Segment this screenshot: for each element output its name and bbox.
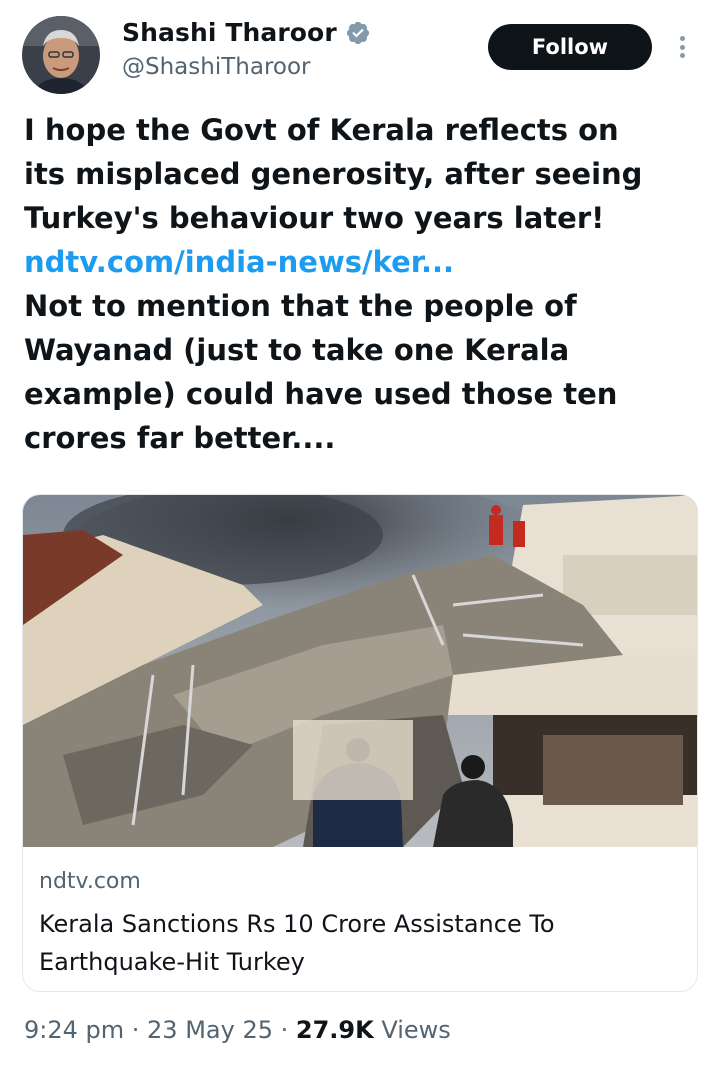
views-label[interactable]: Views [381,1016,450,1044]
author-handle[interactable]: @ShashiTharoor [122,54,311,80]
more-dot [679,36,685,41]
card-title: Kerala Sanctions Rs 10 Crore Assistance … [39,905,679,981]
card-title-line: Earthquake-Hit Turkey [39,948,305,976]
tweet-date[interactable]: 23 May 25 [147,1016,273,1044]
tweet-text-line: Turkey's behaviour two years later! [24,201,605,235]
tweet-text-line: crores far better.... [24,421,336,455]
card-domain: ndtv.com [39,869,141,894]
views-count[interactable]: 27.9K [296,1016,374,1044]
author-display-name[interactable]: Shashi Tharoor [122,18,337,47]
meta-separator: · [272,1016,296,1044]
verified-badge-icon[interactable] [345,20,371,46]
author-name-row: Shashi Tharoor [122,18,371,47]
tweet-text-line: Wayanad (just to take one Kerala [24,333,570,367]
tweet-time[interactable]: 9:24 pm [24,1016,124,1044]
link-preview-card[interactable]: ndtv.com Kerala Sanctions Rs 10 Crore As… [22,494,698,992]
more-options-icon[interactable] [672,32,692,62]
follow-button[interactable]: Follow [488,24,652,70]
meta-separator: · [124,1016,148,1044]
tweet-text-line: Not to mention that the people of [24,289,577,323]
tweet-text-line: I hope the Govt of Kerala reflects on [24,113,619,147]
card-image[interactable] [23,495,698,847]
tweet-container: Shashi Tharoor @ShashiTharoor Follow I h… [0,0,720,1069]
card-title-line: Kerala Sanctions Rs 10 Crore Assistance … [39,910,555,938]
tweet-text-line: example) could have used those ten [24,377,618,411]
tweet-text: I hope the Govt of Kerala reflects on it… [24,108,684,460]
tweet-meta: 9:24 pm · 23 May 25 · 27.9K Views [24,1016,451,1044]
more-dot [679,53,685,58]
tweet-link[interactable]: ndtv.com/india-news/ker... [24,240,684,284]
tweet-text-line: its misplaced generosity, after seeing [24,157,643,191]
more-dot [679,44,685,50]
avatar[interactable] [22,16,100,94]
